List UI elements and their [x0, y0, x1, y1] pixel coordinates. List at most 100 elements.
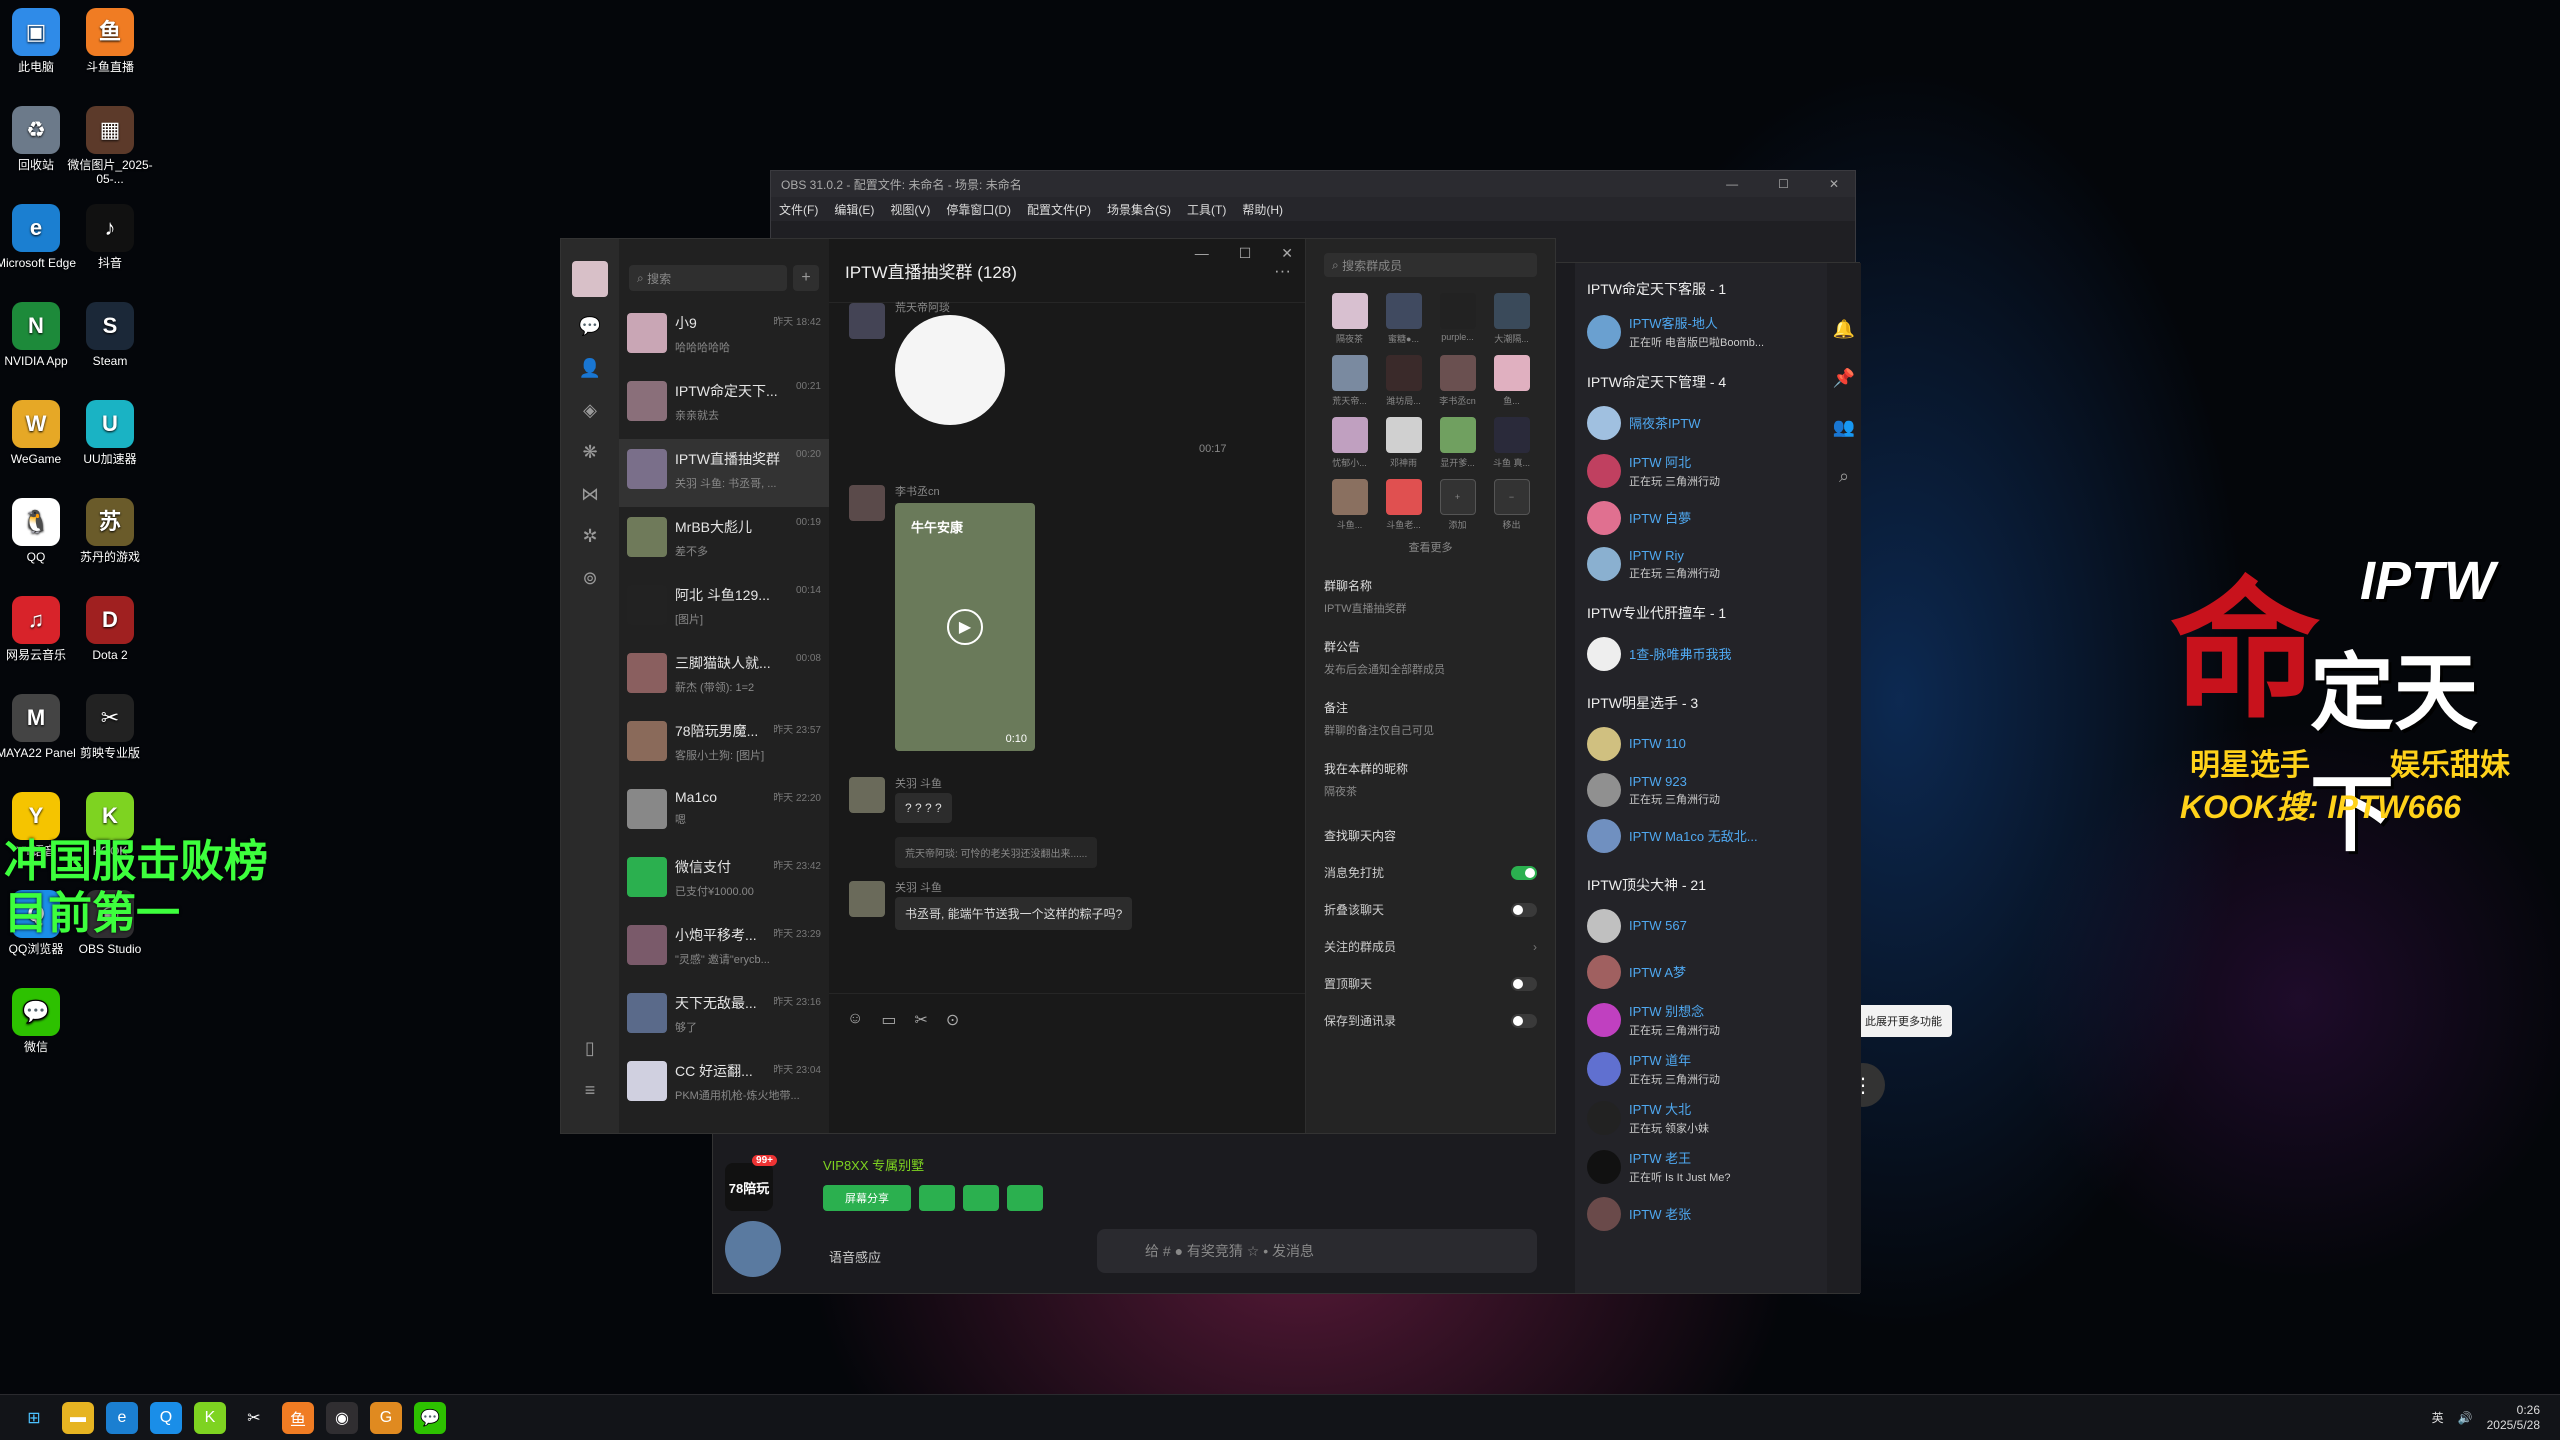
emoji-icon[interactable]: ☺: [847, 1010, 863, 1117]
mute-toggle[interactable]: [1511, 865, 1537, 880]
fold-toggle[interactable]: [1511, 902, 1537, 917]
user-avatar[interactable]: [572, 261, 608, 297]
group-member[interactable]: 忧郁小...: [1328, 417, 1372, 469]
add-button[interactable]: +: [793, 265, 819, 291]
desktop-icon[interactable]: ♪ 抖音: [62, 204, 158, 270]
group-member[interactable]: 李书丞cn: [1436, 355, 1480, 407]
search-input[interactable]: ⌕ 搜索: [629, 265, 787, 291]
obs-icon[interactable]: ◉: [326, 1401, 358, 1434]
chat-list-item[interactable]: 阿北 斗鱼129... 00:14 [图片]: [619, 575, 829, 643]
game-icon[interactable]: G: [370, 1401, 402, 1434]
stream-button[interactable]: [963, 1185, 999, 1211]
member-item[interactable]: IPTW 923 正在玩 三角洲行动: [1575, 767, 1827, 813]
group-member[interactable]: 大潮隔...: [1490, 293, 1534, 345]
windows-start-icon[interactable]: ⊞: [18, 1402, 50, 1434]
bell-icon[interactable]: 🔔: [1833, 319, 1855, 340]
menu-item[interactable]: 场景集合(S): [1107, 201, 1171, 218]
moments-icon[interactable]: ❋: [577, 439, 603, 465]
chat-list-item[interactable]: 小9 昨天 18:42 哈哈哈哈哈: [619, 303, 829, 371]
group-member[interactable]: 荒天帝...: [1328, 355, 1372, 407]
file-explorer-icon[interactable]: ▬: [62, 1401, 94, 1434]
save-toggle[interactable]: [1511, 1013, 1537, 1028]
menu-icon[interactable]: ≡: [577, 1077, 603, 1103]
group-member[interactable]: 邓神雨: [1382, 417, 1426, 469]
chat-history-icon[interactable]: ⊙: [946, 1010, 959, 1117]
chat-list-item[interactable]: Ma1co 昨天 22:20 嗯: [619, 779, 829, 847]
clock[interactable]: 0:26 2025/5/28: [2487, 1403, 2540, 1433]
member-item[interactable]: IPTW A梦: [1575, 949, 1827, 995]
nickname-section[interactable]: 我在本群的昵称 隔夜茶: [1324, 760, 1537, 799]
member-item[interactable]: IPTW客服-地人 正在听 电音版巴啦Boomb...: [1575, 307, 1827, 356]
language-indicator[interactable]: 英: [2432, 1409, 2444, 1426]
qq-browser-icon[interactable]: Q: [150, 1401, 182, 1434]
chat-list-item[interactable]: 小炮平移考... 昨天 23:29 "灵感" 邀请"erycb...: [619, 915, 829, 983]
group-member[interactable]: 隔夜茶: [1328, 293, 1372, 345]
member-item[interactable]: IPTW 567: [1575, 903, 1827, 949]
pin-icon[interactable]: 📌: [1833, 368, 1855, 389]
members-icon[interactable]: 👥: [1833, 417, 1855, 438]
menu-item[interactable]: 文件(F): [779, 201, 818, 218]
chat-icon[interactable]: 💬: [577, 313, 603, 339]
douyu-icon[interactable]: 鱼: [282, 1401, 314, 1434]
pin-toggle-row[interactable]: 置顶聊天: [1324, 975, 1537, 992]
member-item[interactable]: IPTW 别想念 正在玩 三角洲行动: [1575, 995, 1827, 1044]
more-icon[interactable]: ···: [1274, 261, 1291, 281]
folder-icon[interactable]: ▭: [881, 1010, 896, 1117]
menu-item[interactable]: 帮助(H): [1242, 201, 1283, 218]
menu-item[interactable]: 停靠窗口(D): [946, 201, 1011, 218]
save-toggle-row[interactable]: 保存到通讯录: [1324, 1012, 1537, 1029]
miniapp-icon[interactable]: ⊚: [577, 565, 603, 591]
member-item[interactable]: IPTW Riy 正在玩 三角洲行动: [1575, 541, 1827, 587]
member-item[interactable]: IPTW 阿北 正在玩 三角洲行动: [1575, 446, 1827, 495]
desktop-icon[interactable]: 鱼斗鱼直播: [62, 8, 158, 74]
group-member[interactable]: 显开爹...: [1436, 417, 1480, 469]
favorites-icon[interactable]: ◈: [577, 397, 603, 423]
video-message[interactable]: 牛午安康 ▶ 0:10: [895, 503, 1035, 751]
desktop-icon[interactable]: S Steam: [62, 302, 158, 368]
volume-icon[interactable]: 🔊: [2458, 1411, 2473, 1425]
member-item[interactable]: IPTW 大北 正在玩 领家小妹: [1575, 1093, 1827, 1142]
chat-list-item[interactable]: 天下无敌最... 昨天 23:16 够了: [619, 983, 829, 1051]
menu-item[interactable]: 工具(T): [1187, 201, 1226, 218]
member-item[interactable]: 隔夜茶IPTW: [1575, 400, 1827, 446]
focus-members-row[interactable]: 关注的群成员 ›: [1324, 938, 1537, 955]
member-item[interactable]: 1查-脉唯弗币我我: [1575, 631, 1827, 677]
close-icon[interactable]: ✕: [1829, 177, 1839, 191]
member-item[interactable]: IPTW 老王 正在听 Is It Just Me?: [1575, 1142, 1827, 1191]
kook-icon[interactable]: K: [194, 1401, 226, 1434]
chat-list-item[interactable]: CC 好运翻... 昨天 23:04 PKM通用机枪-炼火地带...: [619, 1051, 829, 1119]
kook-message-input[interactable]: 给 # ● 有奖竞猜 ☆ • 发消息: [1097, 1229, 1537, 1273]
edge-icon[interactable]: e: [106, 1401, 138, 1434]
minimize-icon[interactable]: —: [1726, 177, 1738, 191]
group-member[interactable]: 蜜糖●...: [1382, 293, 1426, 345]
desktop-icon[interactable]: ▦ 微信图片_2025-05-...: [62, 106, 158, 186]
wechat-icon[interactable]: 💬: [414, 1401, 446, 1434]
chat-list-item[interactable]: IPTW命定天下... 00:21 亲亲就去: [619, 371, 829, 439]
group-member[interactable]: 斗鱼 真...: [1490, 417, 1534, 469]
camera-button[interactable]: [919, 1185, 955, 1211]
wechat-window[interactable]: 💬 👤 ◈ ❋ ⋈ ✲ ⊚ ▯ ≡ ⌕ 搜索 + 小9 昨天 18:42 哈哈哈哈哈…: [560, 238, 1556, 1134]
obs-titlebar[interactable]: OBS 31.0.2 - 配置文件: 未命名 - 场景: 未命名 — ☐ ✕: [771, 171, 1855, 197]
channels-icon[interactable]: ⋈: [577, 481, 603, 507]
menu-item[interactable]: 编辑(E): [834, 201, 874, 218]
kook-user-avatar[interactable]: [725, 1221, 781, 1277]
desktop-icon[interactable]: D Dota 2: [62, 596, 158, 662]
phone-icon[interactable]: ▯: [577, 1035, 603, 1061]
member-item[interactable]: IPTW Ma1co 无敌北...: [1575, 813, 1827, 859]
desktop-icon[interactable]: U UU加速器: [62, 400, 158, 466]
member-item[interactable]: IPTW 道年 正在玩 三角洲行动: [1575, 1044, 1827, 1093]
pin-window-icon[interactable]: —: [1195, 245, 1209, 262]
maximize-icon[interactable]: ☐: [1778, 177, 1789, 191]
desktop-icon[interactable]: 苏苏丹的游戏: [62, 498, 158, 564]
scissors-icon[interactable]: ✂: [914, 1010, 927, 1117]
notice-section[interactable]: 群公告 发布后会通知全部群成员: [1324, 638, 1537, 677]
member-item[interactable]: IPTW 110: [1575, 721, 1827, 767]
maximize-icon[interactable]: ☐: [1239, 245, 1252, 262]
remove-member-button[interactable]: − 移出: [1490, 479, 1534, 531]
group-name-section[interactable]: 群聊名称 IPTW直播抽奖群: [1324, 577, 1537, 616]
group-member[interactable]: 斗鱼老...: [1382, 479, 1426, 531]
chat-list-item[interactable]: 78陪玩男魔... 昨天 23:57 客服小土狗: [图片]: [619, 711, 829, 779]
menu-item[interactable]: 视图(V): [890, 201, 930, 218]
close-icon[interactable]: ✕: [1281, 245, 1293, 262]
search-icon[interactable]: ⌕: [1839, 466, 1849, 487]
